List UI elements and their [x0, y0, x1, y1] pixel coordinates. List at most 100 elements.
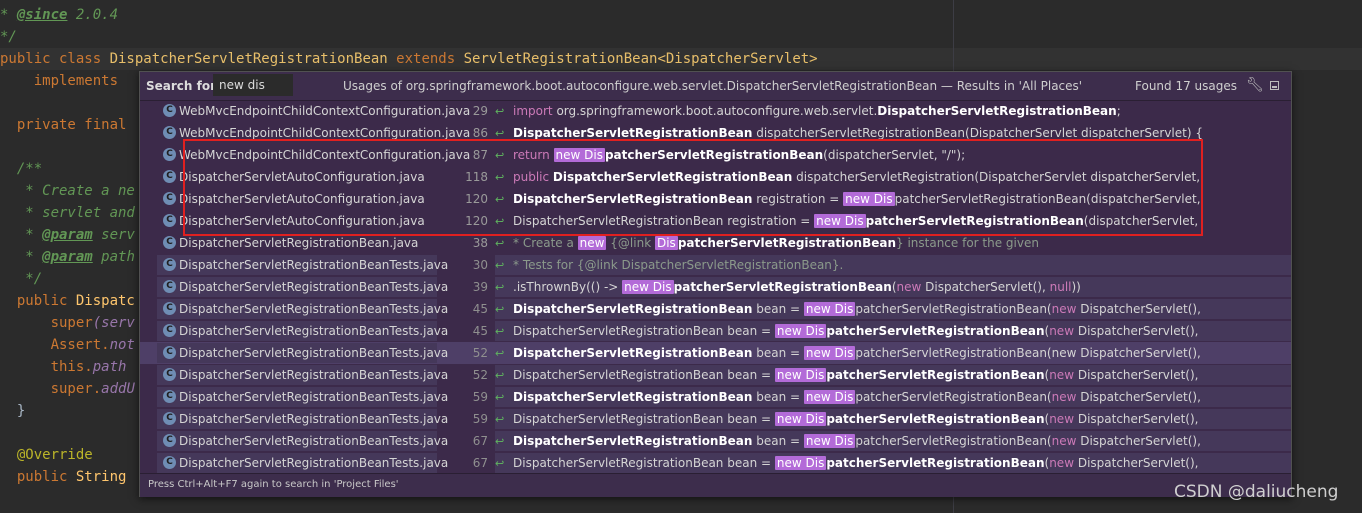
code-line[interactable]: implements [0, 70, 118, 92]
code-line[interactable]: * @since 2.0.4 [0, 4, 118, 26]
code-line[interactable]: * @param path [0, 246, 135, 268]
usage-row[interactable]: C DispatcherServletRegistrationBeanTests.… [140, 320, 1291, 342]
usage-row[interactable]: C DispatcherServletRegistrationBeanTests.… [140, 386, 1291, 408]
code-line[interactable]: public class DispatcherServletRegistrati… [0, 48, 1362, 70]
snippet-cell: ↩ DispatcherServletRegistrationBean bean … [495, 387, 1291, 407]
code-line[interactable]: @Override [0, 444, 93, 466]
code-snippet: DispatcherServletRegistrationBean bean =… [513, 434, 1201, 448]
code-line[interactable]: public Dispatc [0, 290, 135, 312]
file-name: WebMvcEndpointChildContextConfiguration.… [179, 126, 471, 140]
file-name: DispatcherServletRegistrationBeanTests.j… [179, 368, 449, 382]
file-name: DispatcherServletAutoConfiguration.java [179, 214, 425, 228]
code-snippet: * Tests for {@link DispatcherServletRegi… [513, 258, 843, 272]
usage-arrow-icon: ↩ [495, 193, 505, 206]
usage-row[interactable]: C DispatcherServletAutoConfiguration.java… [140, 166, 1291, 188]
snippet-fragment: new [1049, 412, 1078, 426]
usage-row[interactable]: C DispatcherServletRegistrationBeanTests.… [140, 430, 1291, 452]
usage-row[interactable]: C WebMvcEndpointChildContextConfiguration… [140, 144, 1291, 166]
code-line[interactable]: super.addU [0, 378, 135, 400]
popup-footer: Press Ctrl+Alt+F7 again to search in 'Pr… [140, 473, 1291, 497]
watermark: CSDN @daliucheng [1174, 482, 1339, 502]
code-line[interactable]: * servlet and [0, 202, 135, 224]
snippet-fragment: DispatcherServletRegistrationBean [513, 434, 753, 448]
usage-arrow-icon: ↩ [495, 281, 505, 294]
snippet-fragment: * Tests for {@link DispatcherServletRegi… [513, 258, 844, 272]
file-cell: C DispatcherServletAutoConfiguration.java [157, 167, 437, 187]
usage-row[interactable]: C DispatcherServletAutoConfiguration.java… [140, 210, 1291, 232]
code-line[interactable]: */ [0, 268, 42, 290]
file-name: DispatcherServletRegistrationBeanTests.j… [179, 302, 449, 316]
java-class-icon: C [163, 170, 176, 183]
found-count: Found 17 usages [1135, 79, 1238, 93]
usage-row[interactable]: C DispatcherServletRegistrationBeanTests.… [140, 254, 1291, 276]
usage-row[interactable]: C DispatcherServletRegistrationBeanTests.… [140, 298, 1291, 320]
code-line[interactable]: public String [0, 466, 127, 488]
search-input[interactable] [213, 74, 293, 96]
file-cell: C WebMvcEndpointChildContextConfiguration… [157, 101, 470, 121]
snippet-fragment: bean = [752, 434, 804, 448]
usage-arrow-icon: ↩ [495, 303, 505, 316]
snippet-fragment: DispatcherServletRegistrationBean [552, 170, 793, 184]
usage-row[interactable]: C DispatcherServletRegistrationBean.java 3… [140, 232, 1291, 254]
snippet-cell: ↩ return new Dis patcherServletRegistratio… [495, 145, 1291, 165]
pin-icon[interactable] [1270, 81, 1279, 90]
snippet-cell: ↩ public DispatcherServletRegistrationBea… [495, 167, 1291, 187]
file-cell: C DispatcherServletRegistrationBeanTests.… [157, 321, 448, 341]
snippet-fragment: patcherServletRegistrationBean [604, 148, 824, 162]
match-highlight: new Dis [774, 456, 827, 470]
snippet-fragment: DispatcherServlet(), [925, 280, 1050, 294]
java-class-icon: C [163, 412, 176, 425]
snippet-fragment: public [513, 170, 553, 184]
snippet-fragment: patcherServletRegistrationBean [826, 368, 1045, 382]
code-snippet: DispatcherServletRegistrationBean bean =… [513, 456, 1198, 470]
snippet-cell: ↩ DispatcherServletRegistrationBean bean … [495, 299, 1291, 319]
code-line[interactable]: /** [0, 158, 42, 180]
java-class-icon: C [163, 324, 176, 337]
usage-row[interactable]: C WebMvcEndpointChildContextConfiguration… [140, 100, 1291, 122]
line-number: 67 [472, 456, 488, 470]
usage-row[interactable]: C WebMvcEndpointChildContextConfiguration… [140, 122, 1291, 144]
java-class-icon: C [163, 192, 176, 205]
usage-arrow-icon: ↩ [495, 325, 505, 338]
code-snippet: DispatcherServletRegistrationBean bean =… [513, 324, 1198, 338]
file-cell: C WebMvcEndpointChildContextConfiguration… [157, 145, 470, 165]
file-cell: C DispatcherServletRegistrationBeanTests.… [157, 277, 448, 297]
usage-row[interactable]: C DispatcherServletAutoConfiguration.java… [140, 188, 1291, 210]
java-class-icon: C [163, 236, 176, 249]
code-line[interactable]: this.path [0, 356, 127, 378]
file-name: DispatcherServletRegistrationBeanTests.j… [179, 390, 449, 404]
java-class-icon: C [163, 148, 176, 161]
code-line[interactable]: super(serv [0, 312, 135, 334]
java-class-icon: C [163, 390, 176, 403]
java-class-icon: C [163, 456, 176, 469]
snippet-cell: ↩ * Tests for {@link DispatcherServletReg… [495, 255, 1291, 275]
snippet-fragment: new [1051, 302, 1081, 316]
code-line[interactable]: * @param serv [0, 224, 135, 246]
usages-list[interactable]: C WebMvcEndpointChildContextConfiguration… [140, 100, 1291, 474]
code-line[interactable]: } [0, 400, 25, 422]
code-snippet: * Create a new {@link Dis patcherServletR… [513, 236, 1039, 250]
file-cell: C DispatcherServletRegistrationBeanTests.… [157, 343, 448, 363]
wrench-icon[interactable]: 🔧︎ [1246, 77, 1264, 93]
java-class-icon: C [163, 280, 176, 293]
usage-row[interactable]: C DispatcherServletRegistrationBeanTests.… [140, 342, 1291, 364]
code-line[interactable]: */ [0, 26, 17, 48]
match-highlight: new Dis [774, 324, 827, 338]
code-line[interactable]: Assert.not [0, 334, 135, 356]
usage-row[interactable]: C DispatcherServletRegistrationBeanTests.… [140, 364, 1291, 386]
footer-hint: Press Ctrl+Alt+F7 again to search in 'Pr… [148, 479, 399, 490]
usage-row[interactable]: C DispatcherServletRegistrationBeanTests.… [140, 408, 1291, 430]
java-class-icon: C [163, 126, 176, 139]
code-line[interactable]: private final [0, 114, 127, 136]
line-number: 59 [472, 390, 488, 404]
snippet-fragment: DispatcherServletRegistrationBean bean = [513, 456, 775, 470]
snippet-fragment: DispatcherServletRegistrationBean bean = [513, 412, 775, 426]
usage-row[interactable]: C DispatcherServletRegistrationBeanTests.… [140, 452, 1291, 474]
code-line[interactable]: * Create a ne [0, 180, 135, 202]
usage-row[interactable]: C DispatcherServletRegistrationBeanTests.… [140, 276, 1291, 298]
snippet-fragment: new [1049, 368, 1078, 382]
snippet-fragment: DispatcherServlet(), [1080, 390, 1201, 404]
match-highlight: new Dis [774, 368, 827, 382]
line-number: 52 [472, 368, 488, 382]
snippet-cell: ↩ DispatcherServletRegistrationBean bean … [495, 343, 1291, 363]
